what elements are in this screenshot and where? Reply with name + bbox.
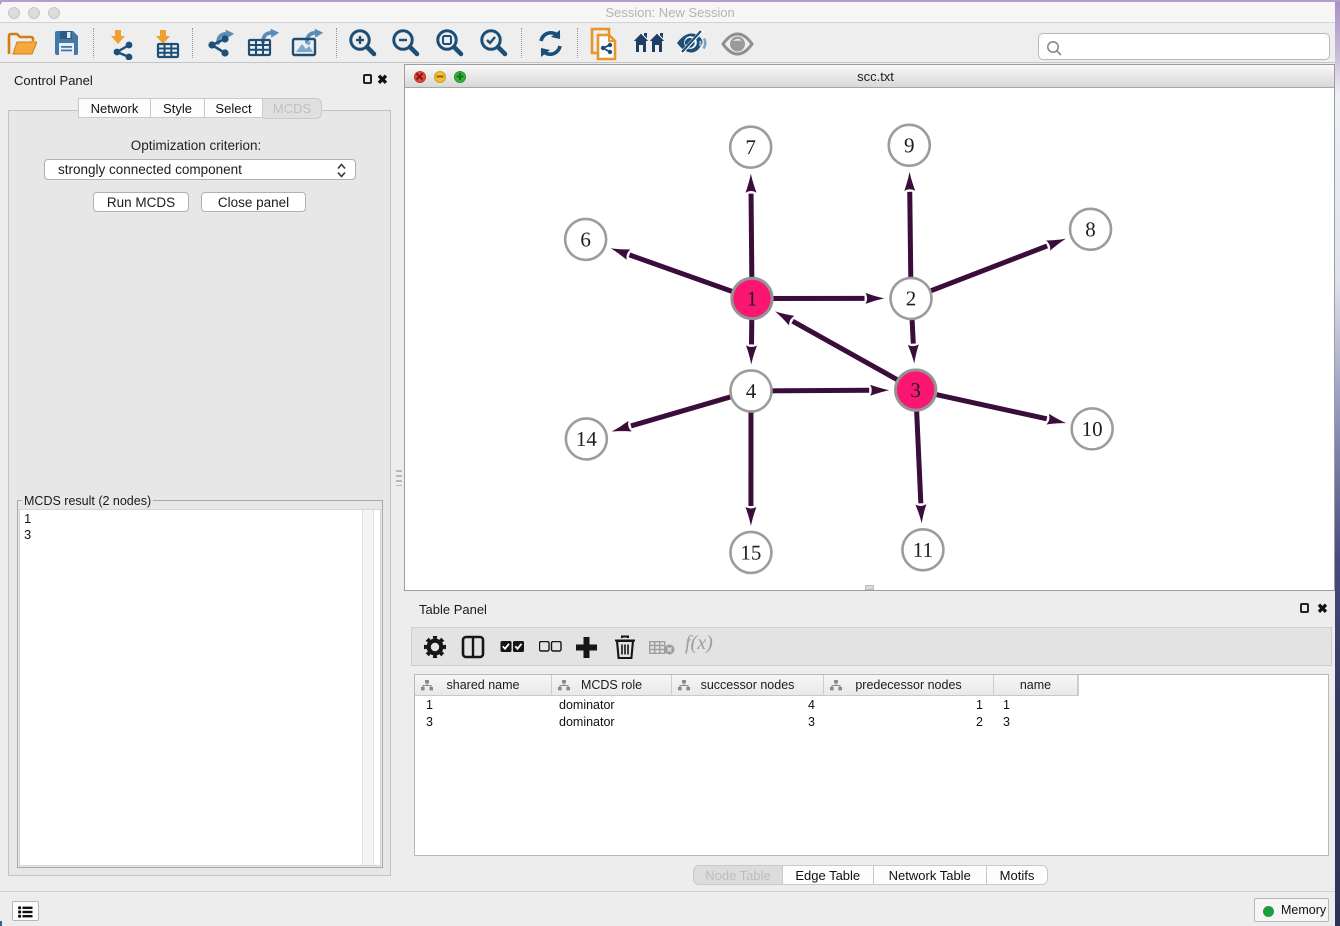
svg-text:11: 11 — [912, 537, 932, 561]
svg-text:10: 10 — [1081, 416, 1102, 440]
svg-text:4: 4 — [745, 378, 756, 402]
svg-text:15: 15 — [740, 540, 761, 564]
svg-text:6: 6 — [580, 227, 591, 251]
svg-text:8: 8 — [1085, 217, 1096, 241]
svg-text:2: 2 — [905, 286, 916, 310]
svg-text:14: 14 — [575, 426, 597, 450]
svg-text:9: 9 — [904, 133, 915, 157]
svg-text:3: 3 — [910, 378, 921, 402]
svg-text:1: 1 — [746, 286, 757, 310]
svg-text:7: 7 — [745, 135, 756, 159]
